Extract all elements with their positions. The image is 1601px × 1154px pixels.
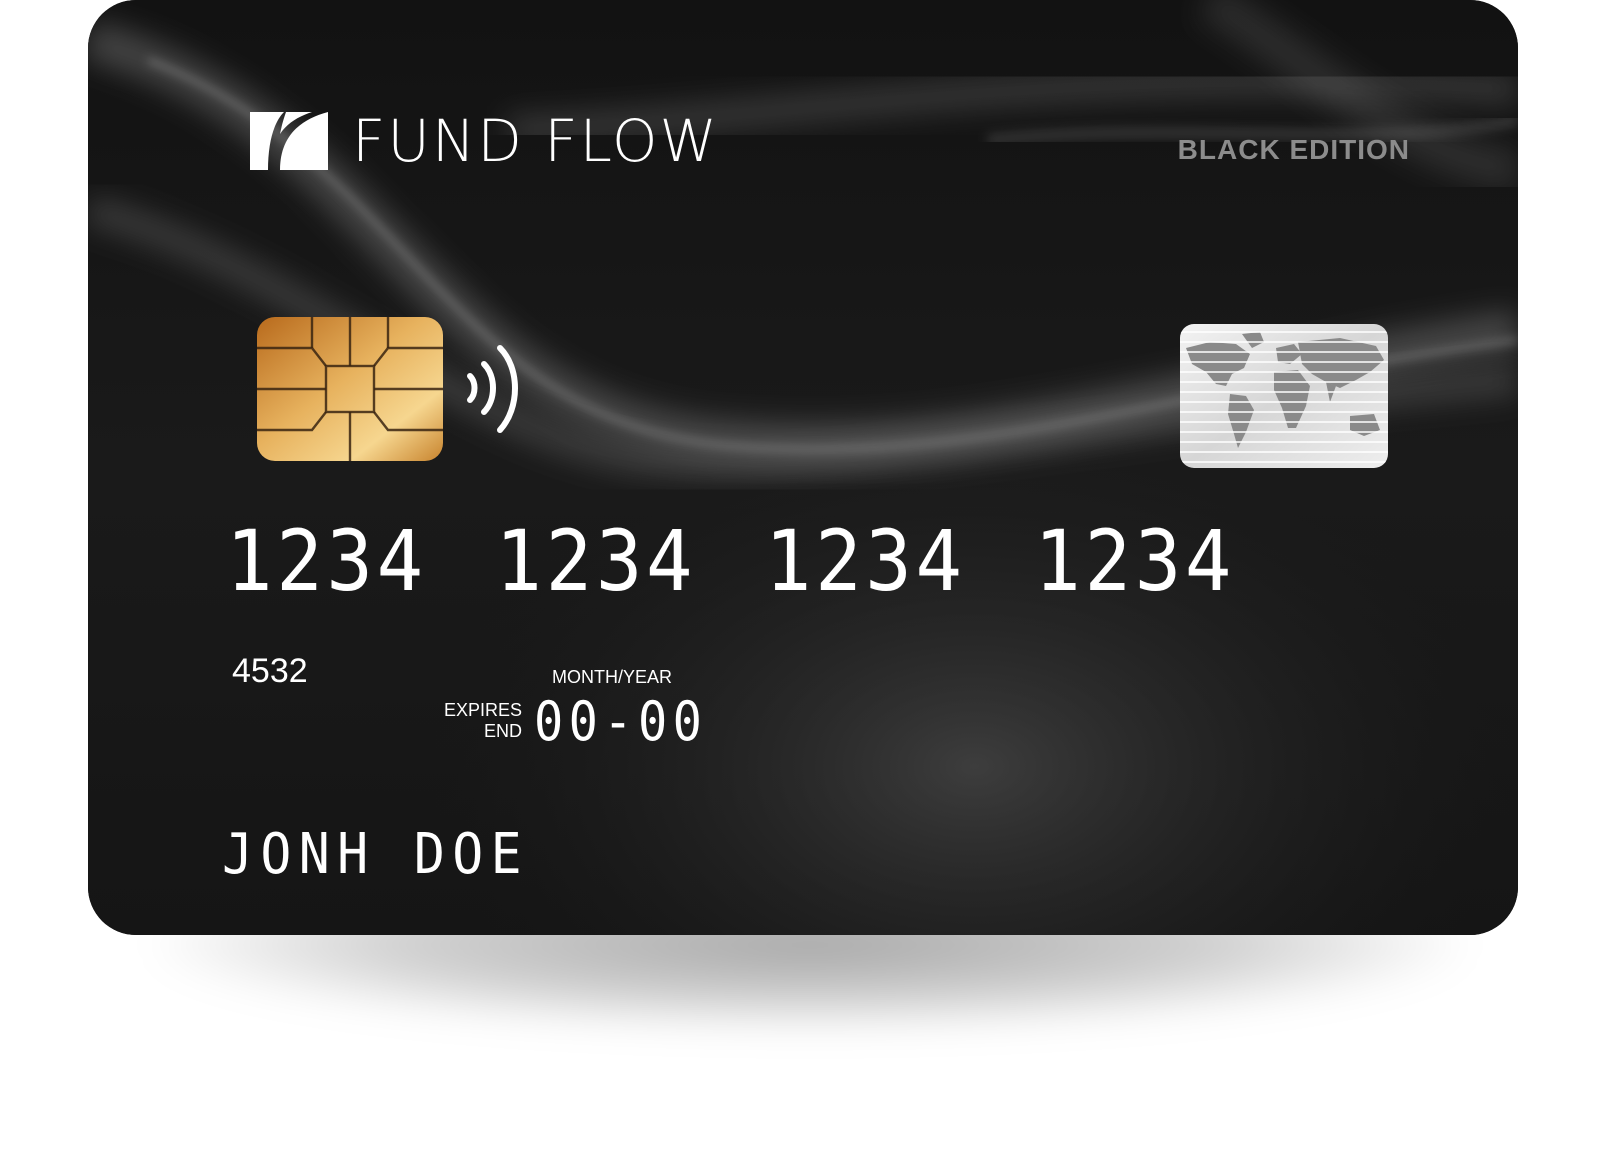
expiry-label: EXPIRES END	[428, 700, 522, 742]
emv-chip-icon	[257, 317, 443, 461]
fund-flow-logo-icon	[250, 112, 328, 170]
credit-card: FUND FLOW BLACK EDITION 1234 1234 1234 1…	[88, 0, 1518, 935]
expiry-format-hint: MONTH/YEAR	[552, 667, 673, 687]
card-stage: FUND FLOW BLACK EDITION 1234 1234 1234 1…	[0, 0, 1601, 1154]
card-number: 1234 1234 1234 1234	[226, 512, 1236, 610]
brand: FUND FLOW	[250, 112, 719, 170]
brand-name: FUND FLOW	[352, 107, 719, 175]
contactless-icon	[467, 345, 518, 433]
world-map-hologram-icon	[1180, 324, 1388, 468]
expiry-label-line1: EXPIRES	[443, 700, 522, 720]
expiry-date: 00-00	[534, 690, 708, 753]
expiry-label-line2: END	[483, 721, 522, 741]
security-code: 4532	[232, 652, 308, 690]
cardholder-name: JONH DOE	[222, 822, 530, 887]
card-edition: BLACK EDITION	[1177, 134, 1410, 165]
